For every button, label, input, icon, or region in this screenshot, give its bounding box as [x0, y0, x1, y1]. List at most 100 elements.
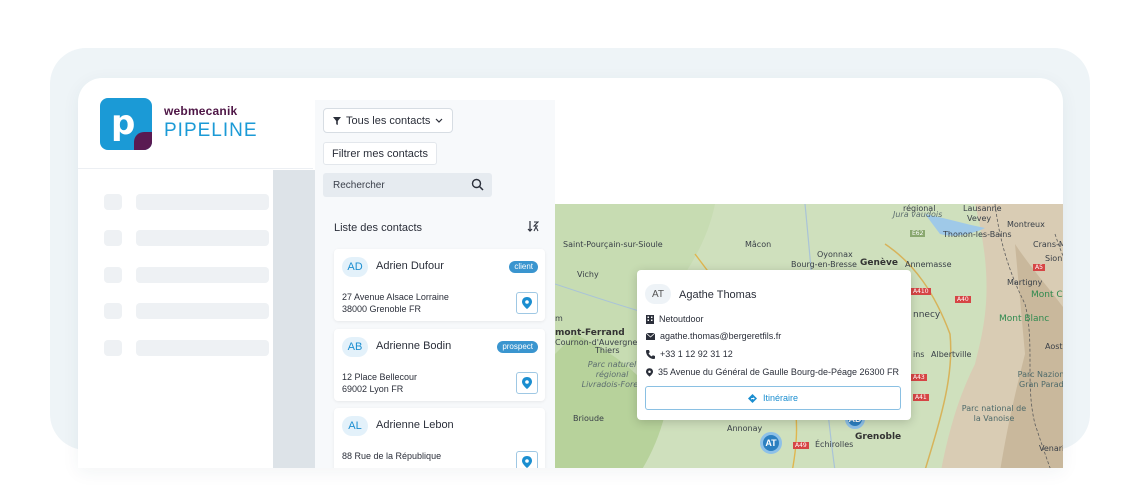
map-label: Bourg-en-Bresse [791, 260, 857, 269]
sort-alpha-icon[interactable] [527, 220, 539, 232]
sidebar-item-placeholder[interactable] [136, 303, 269, 319]
contact-email[interactable]: agathe.thomas@bergeretfils.fr [660, 331, 781, 341]
map-label: Oyonnax [817, 250, 853, 259]
locate-on-map-button[interactable] [516, 372, 538, 394]
contact-name: Adrienne Bodin [376, 340, 452, 352]
contact-name: Adrienne Lebon [376, 419, 454, 431]
map-label: Martigny [1007, 278, 1043, 287]
contact-card[interactable]: AL Adrienne Lebon 88 Rue de la Républiqu… [334, 408, 545, 468]
map-pin-icon [522, 456, 532, 468]
sidebar-item-placeholder[interactable] [136, 230, 269, 246]
address-line: 88 Rue de la République [342, 451, 442, 461]
contact-name: Adrien Dufour [376, 260, 444, 272]
directions-label: Itinéraire [762, 393, 798, 403]
sidebar-item-placeholder[interactable] [136, 267, 269, 283]
map-label: ins [913, 350, 925, 359]
contact-address: 12 Place Bellecour 69002 Lyon FR [342, 371, 417, 395]
map-label: Venaria Rea [1039, 444, 1063, 453]
contact-company-row: Netoutdoor [646, 314, 704, 324]
map-label: Lausanne [963, 204, 1002, 213]
search-icon[interactable] [471, 178, 484, 191]
map-label: Parc naturel régional Livradois-Forez [581, 360, 643, 389]
filter-my-contacts-button[interactable]: Filtrer mes contacts [323, 142, 437, 165]
road-shield: A49 [793, 442, 809, 449]
map-pin-icon [646, 367, 653, 377]
map-label: mont-Ferrand [555, 328, 625, 338]
map-label: Cournon-d'Auvergne [555, 338, 638, 347]
envelope-icon [646, 332, 655, 340]
address-line: 12 Place Bellecour [342, 372, 418, 382]
map-label: Thiers [595, 346, 620, 355]
map-label: Jura vaudois [893, 210, 943, 219]
map-cluster-marker[interactable]: AT [760, 432, 782, 454]
map-label: nnecy [913, 310, 941, 320]
map-label: Mont Cervin [1031, 290, 1063, 300]
map-label: Saint-Pourçain-sur-Sioule [563, 240, 663, 249]
road-shield: A43 [911, 374, 927, 381]
contact-map-popup: AT Agathe Thomas Netoutdoor agathe.thoma… [637, 270, 911, 420]
filter-funnel-icon [333, 116, 341, 125]
phone-icon [646, 349, 655, 359]
brand-name: webmecanik [164, 104, 238, 118]
contact-phone[interactable]: +33 1 12 92 31 12 [660, 349, 733, 359]
contact-avatar: AT [645, 284, 671, 304]
road-shield: A5 [1033, 264, 1045, 271]
chevron-down-icon [435, 118, 443, 123]
search-placeholder: Rechercher [333, 179, 385, 191]
content-placeholder [273, 170, 315, 468]
search-input[interactable]: Rechercher [323, 173, 492, 197]
sidebar-divider [78, 168, 313, 169]
app-window: p webmecanik PIPELINE Tous les contacts … [78, 78, 1063, 468]
contact-card[interactable]: AB Adrienne Bodin prospect 12 Place Bell… [334, 329, 545, 401]
directions-button[interactable]: Itinéraire [645, 386, 901, 410]
sidebar-item-icon-placeholder[interactable] [104, 267, 122, 283]
contacts-filter-dropdown[interactable]: Tous les contacts [323, 108, 454, 133]
contact-avatar: AB [342, 337, 368, 357]
contact-phone-row[interactable]: +33 1 12 92 31 12 [646, 349, 733, 359]
map-label: Vevey [967, 214, 992, 223]
address-line: 38000 Grenoble FR [342, 304, 422, 314]
map-label: Crans-Montana [1033, 240, 1063, 249]
sidebar-item-icon-placeholder[interactable] [104, 340, 122, 356]
sidebar-item-placeholder[interactable] [136, 340, 269, 356]
map-label: Brioude [573, 414, 604, 423]
road-shield: A410 [911, 288, 931, 295]
map-pin-icon [522, 297, 532, 309]
contact-name: Agathe Thomas [679, 289, 757, 301]
sidebar-item-icon-placeholder[interactable] [104, 230, 122, 246]
map-label: Mâcon [745, 240, 772, 249]
filter-label: Tous les contacts [346, 114, 431, 127]
address-line: 69002 Lyon FR [342, 384, 404, 394]
status-badge: client [509, 261, 538, 273]
contact-card[interactable]: AD Adrien Dufour client 27 Avenue Alsace… [334, 249, 545, 321]
locate-on-map-button[interactable] [516, 292, 538, 314]
sidebar-item-icon-placeholder[interactable] [104, 303, 122, 319]
road-shield: A40 [955, 296, 971, 303]
contact-email-row[interactable]: agathe.thomas@bergeretfils.fr [646, 331, 781, 341]
contact-address: 27 Avenue Alsace Lorraine 38000 Grenoble… [342, 291, 449, 315]
map-label: Aoste [1045, 342, 1063, 351]
map-label: Parc national de la Vanoise [961, 404, 1027, 423]
map-label: Parc Nazionale Gran Paradiso [1017, 370, 1063, 389]
map-label: Thonon-les-Bains [943, 230, 1012, 239]
map-label: m [555, 314, 563, 323]
status-badge: prospect [497, 341, 538, 353]
map-label: Albertville [931, 350, 972, 359]
sidebar-item-icon-placeholder[interactable] [104, 194, 122, 210]
map-label: Mont Blanc [999, 314, 1050, 324]
contact-avatar: AD [342, 257, 368, 277]
map-label: Sion [1045, 254, 1063, 263]
locate-on-map-button[interactable] [516, 451, 538, 468]
contact-company: Netoutdoor [659, 314, 704, 324]
contacts-list-title: Liste des contacts [334, 222, 423, 234]
map-label: Annemasse [905, 260, 952, 269]
product-name: PIPELINE [164, 120, 258, 141]
address-line: 27 Avenue Alsace Lorraine [342, 292, 449, 302]
map-label: Montreux [1007, 220, 1045, 229]
map-label: Échirolles [815, 440, 854, 449]
sidebar-item-placeholder[interactable] [136, 194, 269, 210]
contact-address: 35 Avenue du Général de Gaulle Bourg-de-… [658, 367, 900, 377]
map-label: Annonay [727, 424, 763, 433]
building-icon [646, 314, 654, 324]
map-pin-icon [522, 377, 532, 389]
